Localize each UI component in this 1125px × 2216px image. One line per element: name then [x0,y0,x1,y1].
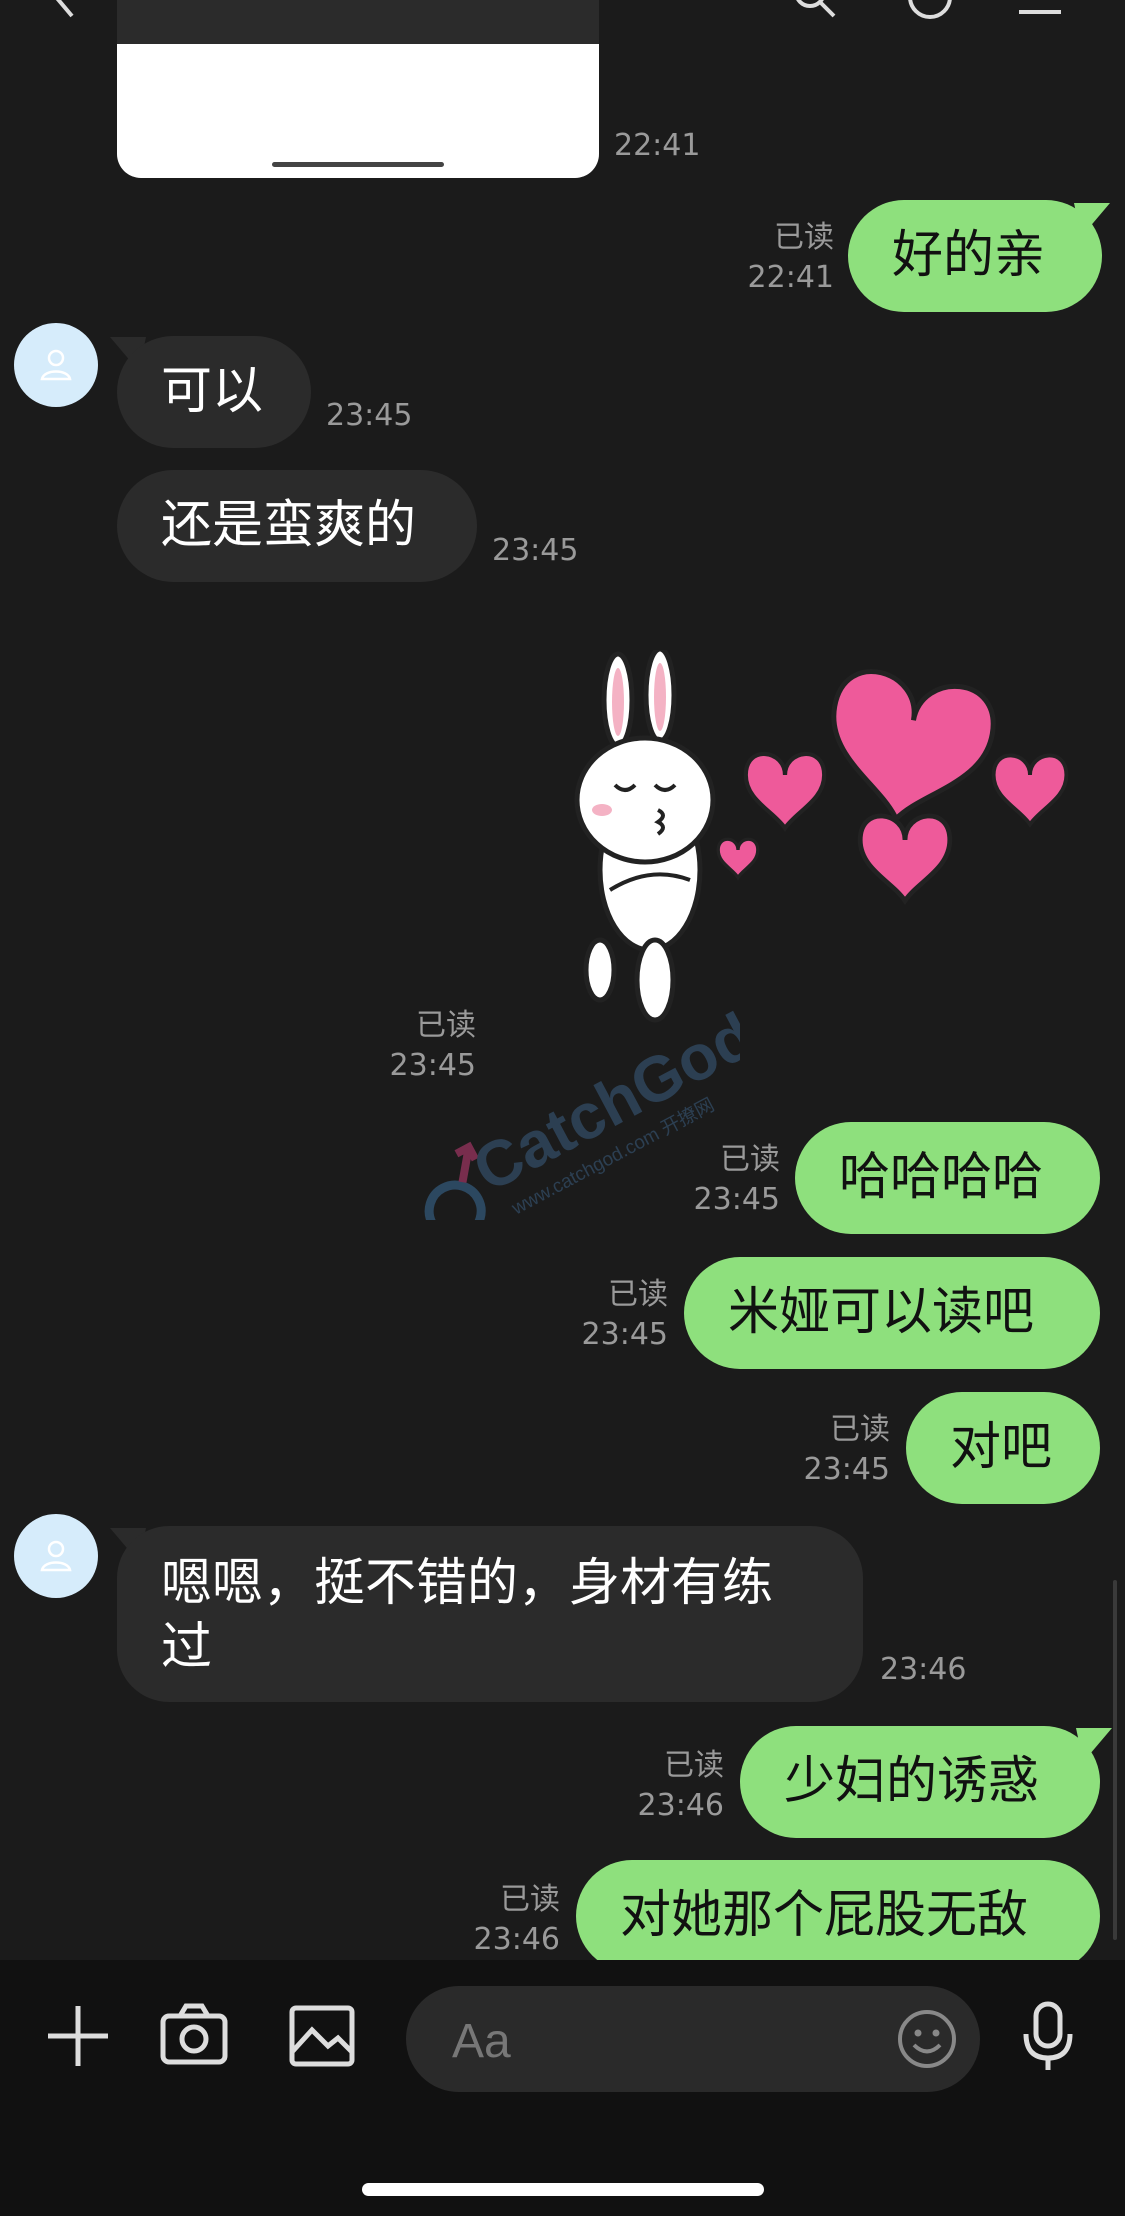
read-receipt: 已读 [720,1142,780,1177]
message-time: 23:45 [326,398,413,433]
message-bubble-outgoing[interactable]: 米娅可以读吧 [684,1257,1100,1369]
avatar[interactable] [14,323,98,407]
message-meta: 已读 23:45 [680,1140,780,1220]
message-bubble-incoming[interactable]: 可以 [117,336,311,448]
message-time: 23:45 [492,533,579,568]
message-time: 23:45 [803,1452,890,1487]
read-receipt: 已读 [830,1412,890,1447]
message-meta: 已读 23:46 [462,1880,560,1960]
message-bubble-outgoing[interactable]: 好的亲 [848,200,1102,312]
user-icon [40,349,72,381]
message-input[interactable] [450,2012,854,2070]
message-text: 少妇的诱惑 [784,1752,1040,1811]
message-bubble-outgoing[interactable]: 对吧 [906,1392,1100,1504]
message-meta: 已读 23:45 [794,1410,890,1490]
image-icon[interactable] [286,2000,358,2072]
image-handle-bar [272,162,444,167]
message-bubble-incoming[interactable]: 嗯嗯，挺不错的，身材有练过 [117,1526,863,1702]
message-text: 还是蛮爽的 [161,496,417,555]
emoji-icon[interactable] [896,2008,958,2070]
image-top-strip [117,0,599,44]
read-receipt: 已读 [608,1277,668,1312]
message-text: 米娅可以读吧 [728,1283,1035,1342]
message-bubble-outgoing[interactable]: 哈哈哈哈 [795,1122,1100,1234]
message-text: 对吧 [950,1418,1053,1477]
message-text: 可以 [161,362,264,421]
message-text: 对她那个屁股无敌 [620,1886,1029,1945]
read-receipt: 已读 [774,220,834,255]
message-time: 22:41 [614,128,701,163]
call-icon[interactable] [905,0,955,22]
scrollbar[interactable] [1113,1580,1117,1940]
message-meta: 已读 23:46 [626,1746,724,1826]
message-meta: 已读 23:45 [570,1275,668,1355]
search-icon[interactable] [790,0,840,22]
message-bubble-outgoing[interactable]: 对她那个屁股无敌 [576,1860,1100,1972]
menu-icon[interactable] [1015,0,1065,22]
plus-icon[interactable] [42,2000,114,2072]
back-icon[interactable] [40,0,90,22]
image-message[interactable] [117,0,599,178]
microphone-icon[interactable] [1012,2000,1084,2072]
read-receipt: 已读 [664,1748,724,1783]
message-text: 哈哈哈哈 [839,1148,1044,1207]
read-receipt: 已读 [500,1882,560,1917]
message-bubble-incoming[interactable]: 还是蛮爽的 [117,470,477,582]
camera-icon[interactable] [158,2000,230,2072]
message-bubble-outgoing[interactable]: 少妇的诱惑 [740,1726,1100,1838]
avatar[interactable] [14,1514,98,1598]
message-time: 23:45 [693,1182,780,1217]
home-indicator [362,2183,764,2196]
message-input-field[interactable] [406,1986,980,2092]
user-icon [40,1540,72,1572]
message-time: 23:45 [581,1317,668,1352]
message-time: 23:46 [473,1922,560,1957]
message-meta: 已读 22:41 [730,218,834,298]
message-time: 22:41 [747,260,834,295]
message-text: 嗯嗯，挺不错的，身材有练过 [161,1554,774,1677]
message-time: 23:46 [880,1652,967,1687]
message-time: 23:46 [637,1788,724,1823]
message-text: 好的亲 [892,226,1046,285]
